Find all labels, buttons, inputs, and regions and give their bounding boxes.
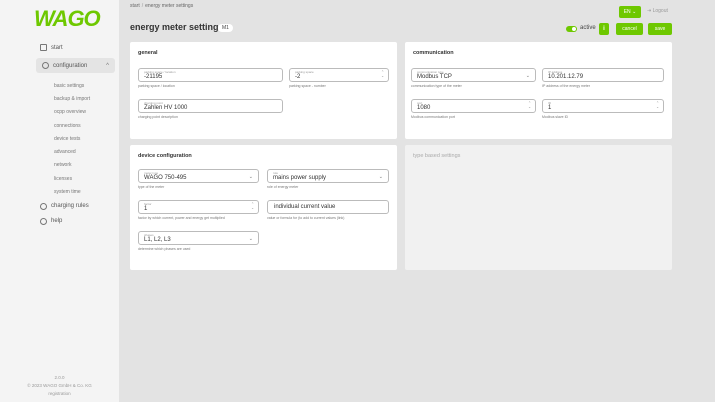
slave-id-hint: Modbus slave ID [542, 115, 569, 119]
type-based-settings-panel: type based settings [405, 145, 672, 270]
parking-location-input[interactable]: parking space / location -21195 [138, 68, 283, 82]
sidebar-subitem-network[interactable]: network [0, 159, 119, 172]
field-value: 10.201.12.79 [548, 74, 584, 80]
breadcrumb-separator: / [141, 3, 144, 9]
field-value: mains power supply [273, 175, 327, 181]
help-icon [40, 217, 47, 225]
wago-logo: WAGO [34, 6, 101, 31]
sidebar-subitem-basic-settings[interactable]: basic settings [0, 79, 119, 92]
chevron-down-icon: ⌄ [378, 174, 383, 180]
sidebar-subitem-ocpp-overview[interactable]: ocpp overview [0, 106, 119, 119]
version-text: 2.0.0 [54, 375, 65, 380]
breadcrumb-current: energy meter settings [145, 3, 194, 9]
sidebar: WAGO start configuration ^ basic setting… [0, 0, 119, 402]
language-label: EN [623, 9, 631, 15]
language-button[interactable]: EN ⌄ [619, 6, 641, 18]
role-hint: role of energy meter [267, 185, 299, 189]
sidebar-subitem-licenses[interactable]: licenses [0, 172, 119, 185]
copyright-text: © 2023 WAGO GmbH & Co. KG [27, 383, 92, 388]
chevron-down-icon: ⌄ [525, 73, 530, 79]
sidebar-subitem-device-tests[interactable]: device tests [0, 132, 119, 145]
meter-badge: M1 [218, 24, 233, 32]
communication-type-select[interactable]: communication type Modbus TCP ⌄ [411, 68, 536, 82]
ip-address-input[interactable]: IP address 10.201.12.79 [542, 68, 664, 82]
home-icon [40, 44, 47, 51]
meter-type-select[interactable]: meter type WAGO 750-495 ⌄ [138, 169, 259, 183]
logout-icon: ⇥ [647, 8, 652, 14]
chevron-down-icon: ⌄ [632, 9, 637, 15]
right-margin [679, 0, 715, 402]
field-value: -21195 [144, 74, 163, 80]
sidebar-nav: start configuration ^ basic settings bac… [0, 40, 119, 229]
phases-select[interactable]: phases L1, L2, L3 ⌄ [138, 231, 259, 245]
sidebar-item-charging-rules[interactable]: charging rules [0, 199, 119, 214]
communication-panel: communication [405, 42, 672, 139]
sidebar-item-help[interactable]: help [0, 214, 119, 229]
current-value-hint: value or formula for (to add to current … [267, 216, 345, 220]
stepper-icon[interactable]: ⌃ ⌄ [251, 202, 254, 210]
role-select[interactable]: role mains power supply ⌄ [267, 169, 389, 183]
parking-number-input[interactable]: parking space -2 ⌃ ⌄ [289, 68, 389, 82]
chevron-up-icon: ^ [106, 62, 109, 69]
logout-button[interactable]: ⇥ Logout [647, 8, 668, 14]
sidebar-footer: 2.0.0 © 2023 WAGO GmbH & Co. KG registra… [0, 374, 119, 398]
sidebar-subitem-connections[interactable]: connections [0, 119, 119, 132]
slave-id-input[interactable]: ID 1 ⌃ ⌄ [542, 99, 664, 113]
field-value: 1 [144, 206, 148, 212]
field-value: -2 [295, 74, 301, 80]
sidebar-subitem-advanced[interactable]: advanced [0, 145, 119, 158]
phases-hint: determine which phases are used [138, 247, 191, 251]
field-value: individual current value [274, 204, 336, 210]
general-title: general [138, 50, 158, 56]
registration-link[interactable]: registration [0, 390, 119, 398]
sidebar-subitem-backup-import[interactable]: backup & import [0, 92, 119, 105]
sidebar-item-start[interactable]: start [0, 40, 119, 55]
general-panel: general [130, 42, 397, 139]
device-configuration-title: device configuration [138, 153, 192, 159]
active-toggle[interactable] [566, 26, 577, 32]
stepper-icon[interactable]: ⌃ ⌄ [381, 70, 384, 78]
field-value: 1 [548, 105, 552, 111]
logout-label: Logout [652, 8, 668, 14]
sidebar-item-label: help [51, 218, 63, 225]
info-button[interactable]: i [599, 23, 609, 35]
cancel-button[interactable]: cancel [616, 23, 643, 35]
parking-location-hint: parking space / location [138, 84, 175, 88]
charging-point-description-hint: charging point description [138, 115, 178, 119]
page-title: energy meter settings [130, 22, 224, 32]
stepper-icon[interactable]: ⌃ ⌄ [528, 101, 531, 109]
type-based-settings-title: type based settings [413, 153, 461, 159]
chevron-down-icon: ⌄ [248, 174, 253, 180]
active-label: active [580, 25, 596, 31]
sidebar-item-label: configuration [53, 62, 88, 69]
field-value: Zahlen HV 1000 [144, 105, 188, 111]
port-hint: Modbus communication port [411, 115, 455, 119]
factor-hint: factor by which current, power and energ… [138, 216, 225, 220]
field-value: L1, L2, L3 [144, 237, 171, 243]
ip-address-hint: IP address of the energy meter [542, 84, 590, 88]
breadcrumb-root[interactable]: start [130, 3, 140, 9]
sidebar-item-label: charging rules [51, 203, 89, 210]
charging-point-description-input[interactable]: charging point Zahlen HV 1000 [138, 99, 283, 113]
parking-number-hint: parking space - number [289, 84, 326, 88]
save-button[interactable]: save [648, 23, 672, 35]
breadcrumb: start / energy meter settings [130, 3, 193, 9]
communication-title: communication [413, 50, 454, 56]
meter-type-hint: type of the meter [138, 185, 165, 189]
field-value: WAGO 750-495 [144, 175, 187, 181]
sidebar-item-configuration[interactable]: configuration ^ [36, 58, 115, 73]
gear-icon [42, 62, 49, 69]
port-input[interactable]: port 1080 ⌃ ⌄ [411, 99, 536, 113]
sidebar-item-label: start [51, 44, 63, 51]
communication-type-hint: communication type of the meter [411, 84, 462, 88]
current-value-input[interactable]: individual current value [267, 200, 389, 214]
field-value: 1080 [417, 105, 431, 111]
factor-input[interactable]: factor 1 ⌃ ⌄ [138, 200, 259, 214]
chevron-down-icon: ⌄ [248, 236, 253, 242]
sidebar-subitem-system-time[interactable]: system time [0, 185, 119, 198]
field-value: Modbus TCP [417, 74, 452, 80]
rules-icon [40, 202, 47, 210]
stepper-icon[interactable]: ⌃ ⌄ [656, 101, 659, 109]
